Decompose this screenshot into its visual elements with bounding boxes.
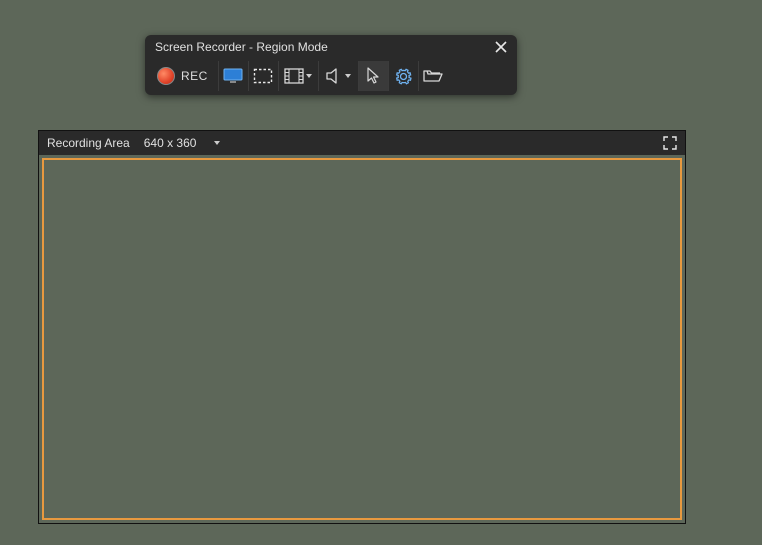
dimensions-value: 640 x 360 (144, 136, 197, 150)
cursor-capture-button[interactable] (358, 61, 388, 91)
toolbar-buttons: REC (145, 59, 517, 95)
monitor-icon (223, 68, 243, 84)
film-icon (284, 68, 304, 84)
record-label: REC (181, 69, 208, 83)
gear-icon (394, 67, 413, 86)
window-title: Screen Recorder - Region Mode (155, 40, 491, 54)
region-header: Recording Area 640 x 360 (39, 131, 685, 155)
fullscreen-toggle-button[interactable] (661, 134, 679, 152)
cursor-icon (365, 67, 381, 85)
recorder-toolbar-window: Screen Recorder - Region Mode REC (145, 35, 517, 95)
expand-icon (663, 136, 677, 150)
titlebar[interactable]: Screen Recorder - Region Mode (145, 35, 517, 59)
video-options-button[interactable] (278, 61, 318, 91)
recording-region-panel[interactable]: Recording Area 640 x 360 (38, 130, 686, 524)
close-icon (495, 41, 507, 53)
record-button[interactable]: REC (153, 61, 218, 91)
audio-options-button[interactable] (318, 61, 358, 91)
region-select-icon (253, 68, 273, 84)
fullscreen-mode-button[interactable] (218, 61, 248, 91)
chevron-down-icon (345, 74, 351, 78)
capture-region-frame[interactable] (42, 158, 682, 520)
recording-area-label: Recording Area (47, 136, 130, 150)
record-icon (157, 67, 175, 85)
open-folder-button[interactable] (418, 61, 448, 91)
chevron-down-icon (306, 74, 312, 78)
region-mode-button[interactable] (248, 61, 278, 91)
chevron-down-icon (214, 141, 220, 145)
speaker-icon (325, 68, 343, 84)
close-button[interactable] (491, 37, 511, 57)
folder-open-icon (423, 68, 443, 84)
dimensions-dropdown[interactable]: 640 x 360 (144, 136, 221, 150)
settings-button[interactable] (388, 61, 418, 91)
